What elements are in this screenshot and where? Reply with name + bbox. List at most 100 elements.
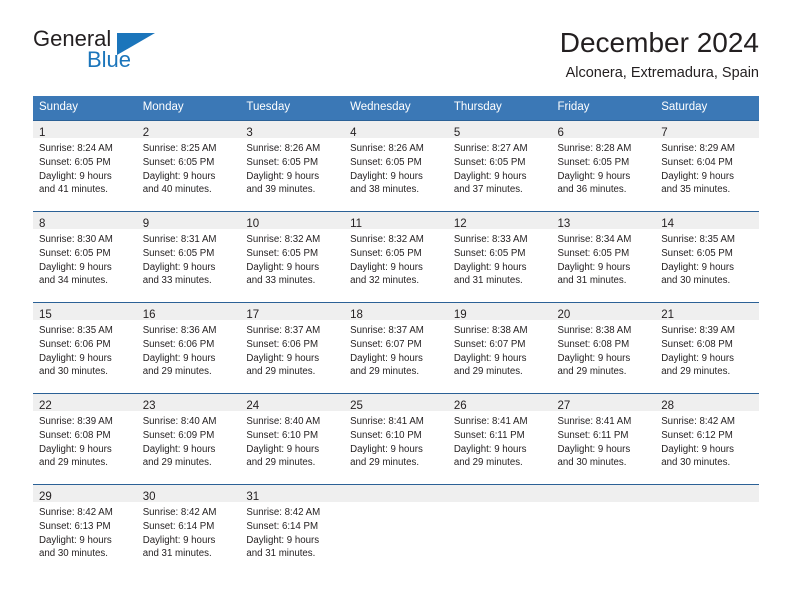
calendar-day-cell[interactable]: 25 Sunrise: 8:41 AM Sunset: 6:10 PM Dayligh… <box>344 392 448 485</box>
calendar-day-cell[interactable]: 10 Sunrise: 8:32 AM Sunset: 6:05 PM Dayligh… <box>240 210 345 303</box>
day-sunset-text: Sunset: 6:05 PM <box>453 156 526 168</box>
day-sunset-text: Sunset: 6:06 PM <box>142 338 215 350</box>
calendar-day-cell[interactable]: 19 Sunrise: 8:38 AM Sunset: 6:07 PM Dayligh… <box>447 301 552 394</box>
day-sun-info: Sunrise: 8:38 AM Sunset: 6:07 PM Daylight:… <box>448 320 552 379</box>
day-daylight-text: Daylight: 9 hours <box>557 170 631 182</box>
day-sunset-text: Sunset: 6:09 PM <box>142 429 215 441</box>
calendar-day-cell[interactable]: 2 Sunrise: 8:25 AM Sunset: 6:05 PM Daylight… <box>136 119 241 212</box>
location-subtitle: Alconera, Extremadura, Spain <box>565 65 759 82</box>
day-daylight-text: Daylight: 9 hours <box>39 170 112 182</box>
calendar-day-cell[interactable]: 4 Sunrise: 8:26 AM Sunset: 6:05 PM Daylight… <box>344 119 448 212</box>
calendar-day-cell[interactable]: 9 Sunrise: 8:31 AM Sunset: 6:05 PM Daylight… <box>136 210 241 303</box>
day-number: 31 <box>246 490 260 503</box>
calendar-day-cell[interactable]: 26 Sunrise: 8:41 AM Sunset: 6:11 PM Dayligh… <box>447 392 552 485</box>
calendar-day-cell[interactable] <box>551 483 656 575</box>
day-sunrise-text: Sunrise: 8:37 AM <box>246 324 321 336</box>
day-sun-info: Sunrise: 8:27 AM Sunset: 6:05 PM Daylight:… <box>448 138 552 197</box>
day-daylight-text: and 31 minutes. <box>557 275 627 287</box>
day-sun-info: Sunrise: 8:35 AM Sunset: 6:05 PM Daylight:… <box>655 229 759 288</box>
calendar-day-cell[interactable]: 3 Sunrise: 8:26 AM Sunset: 6:05 PM Daylight… <box>240 119 345 212</box>
day-number-strip: 6 <box>551 120 656 139</box>
day-number: 4 <box>350 126 357 139</box>
calendar-day-cell[interactable] <box>447 483 552 575</box>
day-number: 6 <box>557 126 564 139</box>
day-number-strip: 16 <box>136 302 241 321</box>
day-daylight-text: Daylight: 9 hours <box>661 170 734 182</box>
day-sun-info <box>655 502 759 506</box>
day-daylight-text: and 29 minutes. <box>39 457 108 469</box>
calendar-day-cell[interactable]: 6 Sunrise: 8:28 AM Sunset: 6:05 PM Daylight… <box>551 119 656 212</box>
day-daylight-text: and 29 minutes. <box>557 366 627 378</box>
calendar-day-cell[interactable]: 12 Sunrise: 8:33 AM Sunset: 6:05 PM Dayligh… <box>447 210 552 303</box>
calendar-day-cell[interactable]: 1 Sunrise: 8:24 AM Sunset: 6:05 PM Daylight… <box>33 119 137 212</box>
day-number: 24 <box>246 399 260 412</box>
calendar-day-cell[interactable]: 16 Sunrise: 8:36 AM Sunset: 6:06 PM Dayligh… <box>136 301 241 394</box>
day-sunrise-text: Sunrise: 8:35 AM <box>39 324 113 336</box>
day-daylight-text: Daylight: 9 hours <box>453 443 527 455</box>
calendar-day-cell[interactable]: 20 Sunrise: 8:38 AM Sunset: 6:08 PM Dayligh… <box>551 301 656 394</box>
day-number-strip: 14 <box>655 211 759 230</box>
day-sunset-text: Sunset: 6:10 PM <box>350 429 422 441</box>
generalblue-logo[interactable]: General Blue <box>33 28 163 80</box>
day-cell-content: 22 Sunrise: 8:39 AM Sunset: 6:08 PM Dayligh… <box>33 393 137 484</box>
day-sunrise-text: Sunrise: 8:35 AM <box>661 233 735 245</box>
calendar-day-cell[interactable] <box>344 483 448 575</box>
day-cell-content: 9 Sunrise: 8:31 AM Sunset: 6:05 PM Daylight… <box>136 211 241 302</box>
calendar-day-cell[interactable]: 13 Sunrise: 8:34 AM Sunset: 6:05 PM Dayligh… <box>551 210 656 303</box>
day-sun-info <box>344 502 448 506</box>
day-number: 14 <box>661 217 675 230</box>
calendar-day-cell[interactable]: 27 Sunrise: 8:41 AM Sunset: 6:11 PM Dayligh… <box>551 392 656 485</box>
calendar-day-cell[interactable]: 15 Sunrise: 8:35 AM Sunset: 6:06 PM Dayligh… <box>33 301 137 394</box>
day-sunset-text: Sunset: 6:10 PM <box>246 429 319 441</box>
day-number: 26 <box>453 399 467 412</box>
day-daylight-text: Daylight: 9 hours <box>142 443 216 455</box>
day-sun-info: Sunrise: 8:39 AM Sunset: 6:08 PM Daylight:… <box>655 320 759 379</box>
day-sunset-text: Sunset: 6:14 PM <box>246 520 319 532</box>
day-number: 22 <box>39 399 52 412</box>
calendar-day-cell[interactable]: 8 Sunrise: 8:30 AM Sunset: 6:05 PM Daylight… <box>33 210 137 303</box>
day-number: 30 <box>142 490 156 503</box>
calendar-day-cell[interactable]: 29 Sunrise: 8:42 AM Sunset: 6:13 PM Dayligh… <box>33 483 137 575</box>
day-sunset-text: Sunset: 6:05 PM <box>246 156 319 168</box>
calendar-day-cell[interactable]: 14 Sunrise: 8:35 AM Sunset: 6:05 PM Dayligh… <box>655 210 759 303</box>
calendar-day-cell[interactable]: 7 Sunrise: 8:29 AM Sunset: 6:04 PM Daylight… <box>655 119 759 212</box>
calendar-day-cell[interactable]: 24 Sunrise: 8:40 AM Sunset: 6:10 PM Dayligh… <box>240 392 345 485</box>
day-number: 3 <box>246 126 253 139</box>
day-sun-info: Sunrise: 8:38 AM Sunset: 6:08 PM Daylight:… <box>552 320 656 379</box>
day-cell-content: 25 Sunrise: 8:41 AM Sunset: 6:10 PM Dayligh… <box>344 393 448 484</box>
day-cell-content: 7 Sunrise: 8:29 AM Sunset: 6:04 PM Daylight… <box>655 120 759 211</box>
day-sunset-text: Sunset: 6:04 PM <box>661 156 733 168</box>
day-sunrise-text: Sunrise: 8:40 AM <box>142 415 217 427</box>
weekday-header-saturday: Saturday <box>655 96 759 121</box>
day-sunset-text: Sunset: 6:11 PM <box>453 429 525 441</box>
day-daylight-text: Daylight: 9 hours <box>350 443 423 455</box>
calendar-day-cell[interactable]: 28 Sunrise: 8:42 AM Sunset: 6:12 PM Dayligh… <box>655 392 759 485</box>
day-number: 20 <box>557 308 571 321</box>
calendar-day-cell[interactable]: 18 Sunrise: 8:37 AM Sunset: 6:07 PM Dayligh… <box>344 301 448 394</box>
calendar-day-cell[interactable]: 22 Sunrise: 8:39 AM Sunset: 6:08 PM Dayligh… <box>33 392 137 485</box>
day-number-strip: 20 <box>551 302 656 321</box>
calendar-day-cell[interactable] <box>655 483 759 575</box>
calendar-day-cell[interactable]: 11 Sunrise: 8:32 AM Sunset: 6:05 PM Dayligh… <box>344 210 448 303</box>
day-sunrise-text: Sunrise: 8:42 AM <box>246 506 321 518</box>
calendar-day-cell[interactable]: 23 Sunrise: 8:40 AM Sunset: 6:09 PM Dayligh… <box>136 392 241 485</box>
calendar-day-cell[interactable]: 21 Sunrise: 8:39 AM Sunset: 6:08 PM Dayligh… <box>655 301 759 394</box>
day-number-strip: 17 <box>240 302 345 321</box>
calendar-day-cell[interactable]: 5 Sunrise: 8:27 AM Sunset: 6:05 PM Daylight… <box>447 119 552 212</box>
day-daylight-text: and 39 minutes. <box>246 184 316 196</box>
day-sunrise-text: Sunrise: 8:32 AM <box>246 233 321 245</box>
day-cell-content: 13 Sunrise: 8:34 AM Sunset: 6:05 PM Dayligh… <box>551 211 656 302</box>
day-number: 2 <box>142 126 150 139</box>
day-sunrise-text: Sunrise: 8:28 AM <box>557 142 632 154</box>
day-daylight-text: and 29 minutes. <box>142 457 212 469</box>
calendar-day-cell[interactable]: 17 Sunrise: 8:37 AM Sunset: 6:06 PM Dayligh… <box>240 301 345 394</box>
calendar-day-cell[interactable]: 30 Sunrise: 8:42 AM Sunset: 6:14 PM Dayligh… <box>136 483 241 575</box>
day-daylight-text: and 35 minutes. <box>661 184 731 196</box>
day-daylight-text: Daylight: 9 hours <box>142 352 216 364</box>
day-number-strip: 29 <box>33 484 137 503</box>
logo-text-blue: Blue <box>87 47 132 72</box>
calendar-day-cell[interactable]: 31 Sunrise: 8:42 AM Sunset: 6:14 PM Dayligh… <box>240 483 345 575</box>
day-sunset-text: Sunset: 6:07 PM <box>350 338 422 350</box>
day-daylight-text: Daylight: 9 hours <box>39 534 112 546</box>
day-sun-info: Sunrise: 8:42 AM Sunset: 6:12 PM Daylight:… <box>655 411 759 470</box>
